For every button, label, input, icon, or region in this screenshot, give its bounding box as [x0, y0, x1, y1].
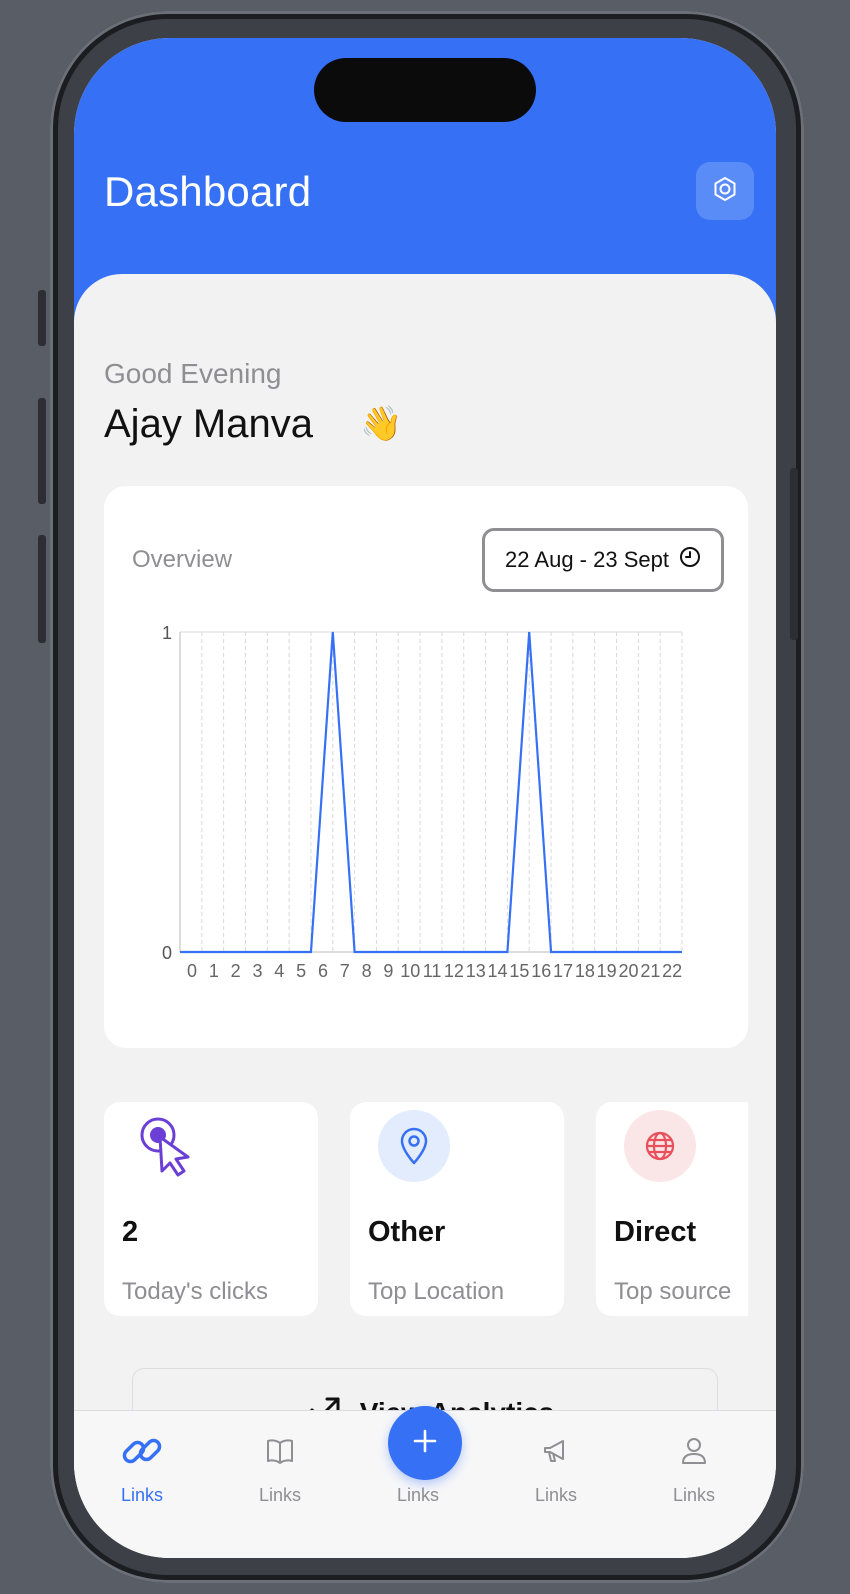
cursor-click-icon [132, 1110, 204, 1182]
tab-links[interactable]: Links [92, 1425, 192, 1506]
megaphone-icon [506, 1425, 606, 1477]
stat-label: Today's clicks [122, 1278, 268, 1305]
stat-value: Other [368, 1216, 446, 1248]
chart-x-tick-label: 14 [488, 961, 508, 981]
device-side-button [38, 535, 46, 643]
chart-y-tick-label: 0 [162, 943, 172, 963]
chart-x-tick-label: 6 [318, 961, 328, 981]
chart-x-tick-label: 8 [362, 961, 372, 981]
user-icon [644, 1425, 744, 1477]
stat-label: Top source [614, 1278, 732, 1305]
chart-y-tick-label: 1 [162, 623, 172, 643]
chart-x-tick-label: 11 [423, 961, 442, 981]
chart-x-tick-label: 10 [400, 961, 420, 981]
chart-x-tick-label: 5 [296, 961, 306, 981]
tab-campaigns[interactable]: Links [506, 1425, 606, 1506]
chart-x-tick-label: 19 [597, 961, 617, 981]
tab-label: Links [120, 1485, 164, 1505]
tab-profile[interactable]: Links [644, 1425, 744, 1506]
chart-x-tick-label: 7 [340, 961, 350, 981]
chart-x-tick-label: 12 [444, 961, 464, 981]
chart-x-tick-label: 3 [252, 961, 262, 981]
chart-x-tick-label: 4 [274, 961, 284, 981]
chart-x-tick-label: 2 [231, 961, 241, 981]
stat-value: Direct [614, 1216, 697, 1248]
stats-row[interactable]: 2 Today's clicks Other Top Location Dire… [104, 1102, 748, 1316]
stat-label: Top Location [368, 1278, 505, 1305]
stat-card-location[interactable]: Other Top Location [350, 1102, 564, 1316]
tab-label: Links [534, 1485, 578, 1505]
chart-x-tick-label: 9 [383, 961, 393, 981]
settings-button[interactable] [696, 162, 754, 220]
chart-x-tick-label: 16 [531, 961, 551, 981]
device-side-button [38, 398, 46, 504]
user-name: Ajay Manva [104, 402, 313, 446]
chart-x-tick-label: 20 [619, 961, 639, 981]
chart-x-tick-label: 1 [209, 961, 219, 981]
greeting-text: Good Evening [104, 358, 282, 389]
chart-x-tick-label: 22 [662, 961, 682, 981]
stat-value: 2 [122, 1216, 139, 1248]
page-title: Dashboard [104, 168, 312, 215]
stat-card-clicks[interactable]: 2 Today's clicks [104, 1102, 318, 1316]
main-content: Good Evening Ajay Manva 👋 Overview 22 Au… [74, 274, 776, 1558]
tab-library[interactable]: Links [230, 1425, 330, 1506]
device-side-button [38, 290, 46, 346]
overview-line-chart: 010 1 2 3 4 5 6 7 8 9 10 11 12 13 14 15 16 17 18 19 20 21 22 [162, 623, 683, 981]
settings-icon [711, 175, 739, 208]
tab-label: Links [396, 1485, 440, 1505]
chart-x-tick-label: 18 [575, 961, 595, 981]
location-pin-icon [378, 1110, 450, 1182]
chart-x-tick-label: 21 [640, 961, 660, 981]
overview-card: Overview 22 Aug - 23 Sept 0 1 0 1 2 3 4 5 6 7 8 9 10… [104, 486, 748, 1048]
device-side-button [790, 468, 798, 640]
chart-x-tick-label: 13 [466, 961, 486, 981]
add-link-button[interactable] [388, 1406, 462, 1480]
link-icon [92, 1425, 192, 1477]
waving-hand-icon: 👋 [360, 405, 403, 443]
plus-icon [412, 1428, 438, 1459]
app-screen: Dashboard Good Evening Ajay Manva 👋 Over… [74, 38, 776, 1558]
chart-series-line [180, 631, 682, 954]
globe-icon [624, 1110, 696, 1182]
stat-card-source[interactable]: Direct Top source [596, 1102, 748, 1316]
tab-label: Links [672, 1485, 716, 1505]
tab-label: Links [258, 1485, 302, 1505]
chart-x-tick-label: 17 [553, 961, 573, 981]
chart-x-tick-label: 15 [509, 961, 529, 981]
book-icon [230, 1425, 330, 1477]
chart-x-tick-label: 0 [187, 961, 197, 981]
dynamic-island [314, 58, 536, 122]
